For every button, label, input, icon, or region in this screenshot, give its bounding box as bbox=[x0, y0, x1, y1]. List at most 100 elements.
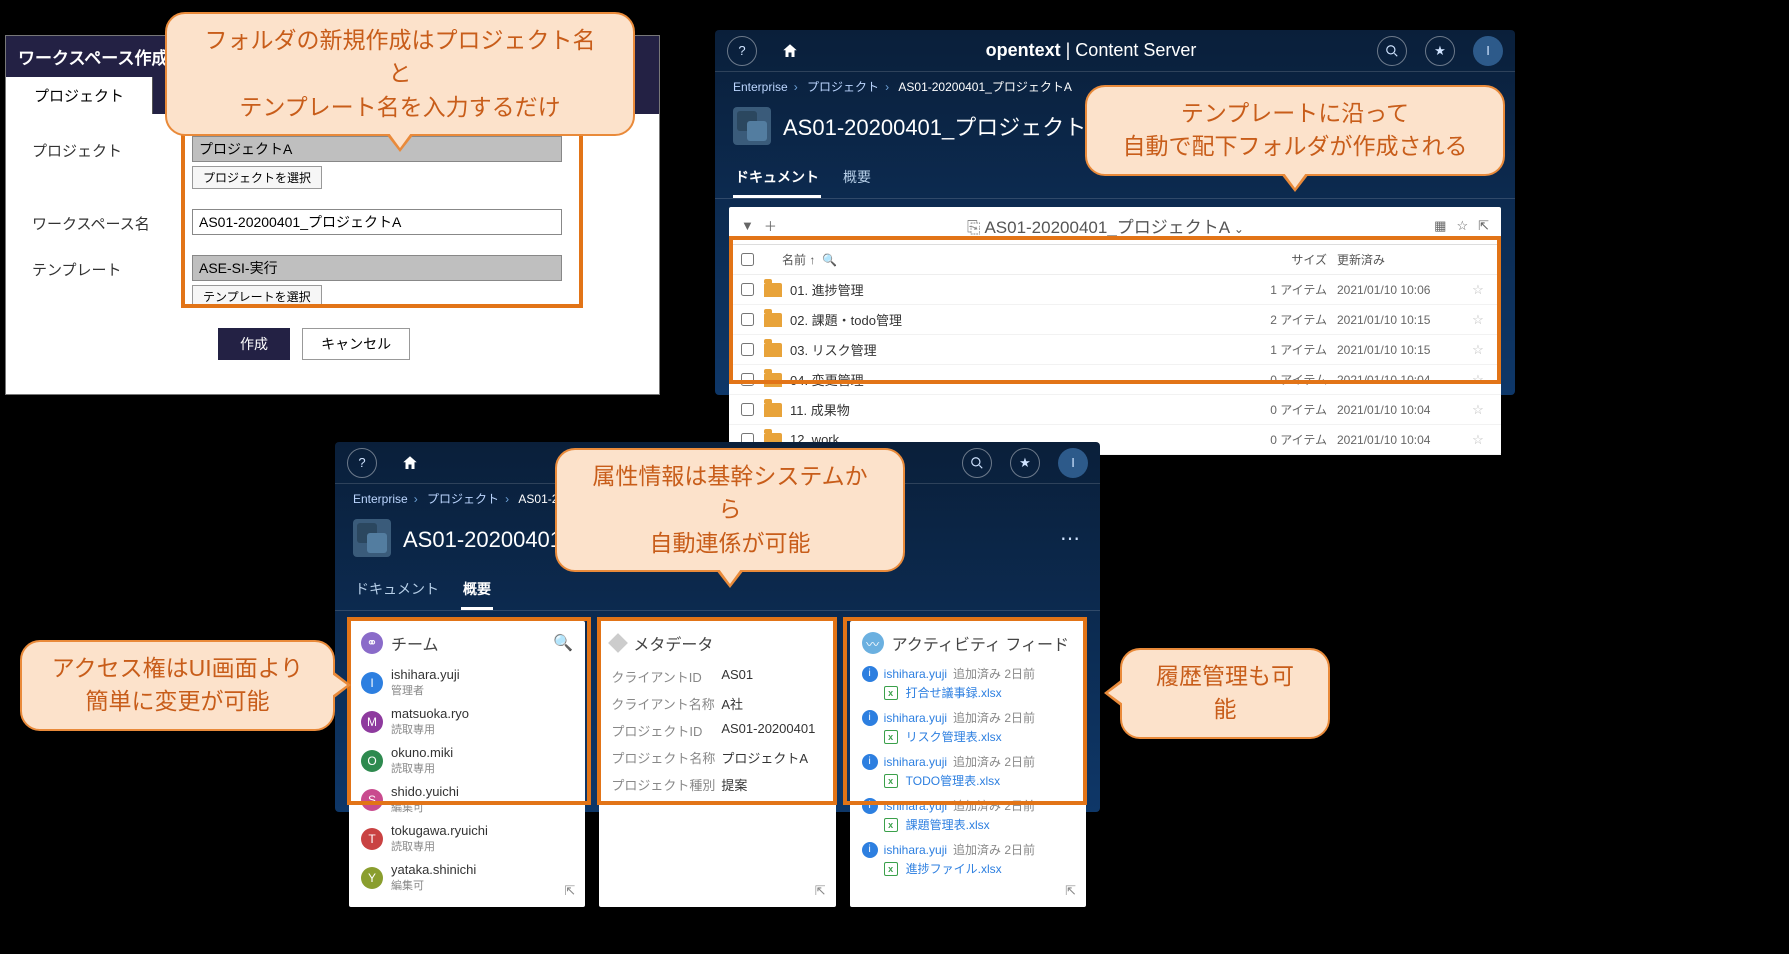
member-row[interactable]: Y yataka.shinichi 編集可 bbox=[361, 858, 573, 897]
activity-file[interactable]: リスク管理表.xlsx bbox=[906, 728, 1002, 745]
help-icon[interactable]: ? bbox=[347, 448, 377, 478]
activity-file[interactable]: 進捗ファイル.xlsx bbox=[906, 860, 1002, 877]
crumb-project[interactable]: プロジェクト bbox=[427, 492, 499, 506]
row-checkbox[interactable] bbox=[741, 343, 754, 356]
popout-icon[interactable]: ⇱ bbox=[1478, 218, 1489, 234]
cancel-button[interactable]: キャンセル bbox=[302, 328, 410, 360]
select-all-checkbox[interactable] bbox=[741, 253, 754, 266]
folder-icon bbox=[764, 343, 782, 357]
star-icon[interactable]: ☆ bbox=[1467, 432, 1489, 448]
folder-icon bbox=[764, 313, 782, 327]
create-button[interactable]: 作成 bbox=[218, 328, 290, 360]
tab-overview[interactable]: 概要 bbox=[461, 571, 493, 610]
star-view-icon[interactable]: ☆ bbox=[1456, 218, 1468, 234]
add-icon[interactable]: ＋ bbox=[764, 216, 777, 235]
col-name[interactable]: 名前 bbox=[782, 253, 806, 267]
user-dot-icon: i bbox=[862, 842, 878, 858]
star-icon[interactable]: ☆ bbox=[1467, 372, 1489, 388]
avatar: O bbox=[361, 750, 383, 772]
folder-size: 0 アイテム bbox=[1257, 401, 1327, 418]
member-name: okuno.miki bbox=[391, 745, 453, 760]
member-row[interactable]: M matsuoka.ryo 読取専用 bbox=[361, 702, 573, 741]
row-checkbox[interactable] bbox=[741, 313, 754, 326]
search-name-icon[interactable]: 🔍 bbox=[822, 253, 837, 267]
col-size[interactable]: サイズ bbox=[1257, 251, 1327, 268]
callout-text: 履歴管理も可能 bbox=[1156, 663, 1294, 722]
tab-project[interactable]: プロジェクト bbox=[6, 77, 152, 114]
folder-name[interactable]: 11. 成果物 bbox=[790, 400, 1257, 419]
star-icon[interactable]: ☆ bbox=[1467, 282, 1489, 298]
folder-size: 1 アイテム bbox=[1257, 281, 1327, 298]
table-row[interactable]: 02. 課題・todo管理 2 アイテム 2021/01/10 10:15 ☆ bbox=[729, 305, 1501, 335]
home-icon[interactable] bbox=[775, 36, 805, 66]
user-menu-icon[interactable]: I bbox=[1473, 36, 1503, 66]
crumb-current: AS01-20200401_プロジェクトA bbox=[898, 80, 1071, 94]
metadata-row: プロジェクトIDAS01-20200401 bbox=[611, 717, 823, 744]
table-row[interactable]: 01. 進捗管理 1 アイテム 2021/01/10 10:06 ☆ bbox=[729, 275, 1501, 305]
star-icon[interactable]: ☆ bbox=[1467, 312, 1489, 328]
activity-file[interactable]: TODO管理表.xlsx bbox=[906, 772, 1000, 789]
activity-user[interactable]: ishihara.yuji bbox=[884, 667, 947, 681]
folder-updated: 2021/01/10 10:04 bbox=[1337, 433, 1467, 447]
home-icon[interactable] bbox=[395, 448, 425, 478]
tab-documents[interactable]: ドキュメント bbox=[353, 571, 441, 610]
metadata-value: プロジェクトA bbox=[721, 748, 808, 767]
table-row[interactable]: 11. 成果物 0 アイテム 2021/01/10 10:04 ☆ bbox=[729, 395, 1501, 425]
activity-user[interactable]: ishihara.yuji bbox=[884, 755, 947, 769]
star-icon[interactable]: ☆ bbox=[1467, 342, 1489, 358]
activity-user[interactable]: ishihara.yuji bbox=[884, 711, 947, 725]
activity-file[interactable]: 課題管理表.xlsx bbox=[906, 816, 990, 833]
user-menu-icon[interactable]: I bbox=[1058, 448, 1088, 478]
member-row[interactable]: I ishihara.yuji 管理者 bbox=[361, 663, 573, 702]
more-icon[interactable]: ⋯ bbox=[1060, 526, 1082, 551]
excel-icon: x bbox=[884, 774, 898, 788]
folder-icon bbox=[764, 403, 782, 417]
activity-user[interactable]: ishihara.yuji bbox=[884, 843, 947, 857]
help-icon[interactable]: ? bbox=[727, 36, 757, 66]
folder-size: 1 アイテム bbox=[1257, 341, 1327, 358]
activity-meta: 追加済み 2日前 bbox=[953, 665, 1035, 682]
filter-icon[interactable]: ▼ bbox=[741, 218, 754, 233]
tab-documents[interactable]: ドキュメント bbox=[733, 159, 821, 198]
col-updated[interactable]: 更新済み bbox=[1337, 251, 1467, 268]
folder-updated: 2021/01/10 10:06 bbox=[1337, 283, 1467, 297]
star-icon[interactable]: ☆ bbox=[1467, 402, 1489, 418]
folder-updated: 2021/01/10 10:04 bbox=[1337, 403, 1467, 417]
folder-name[interactable]: 02. 課題・todo管理 bbox=[790, 310, 1257, 329]
crumb-enterprise[interactable]: Enterprise bbox=[733, 80, 788, 94]
row-checkbox[interactable] bbox=[741, 283, 754, 296]
crumb-project[interactable]: プロジェクト bbox=[807, 80, 879, 94]
member-row[interactable]: T tokugawa.ryuichi 読取専用 bbox=[361, 819, 573, 858]
folder-name[interactable]: 01. 進捗管理 bbox=[790, 280, 1257, 299]
tab-overview[interactable]: 概要 bbox=[841, 159, 873, 198]
activity-user[interactable]: ishihara.yuji bbox=[884, 799, 947, 813]
card-metadata: メタデータ クライアントIDAS01クライアント名称A社プロジェクトIDAS01… bbox=[599, 621, 835, 907]
row-checkbox[interactable] bbox=[741, 373, 754, 386]
search-icon[interactable]: 🔍 bbox=[553, 633, 573, 653]
doc-location[interactable]: ⎘ AS01-20200401_プロジェクトA ⌄ bbox=[787, 213, 1424, 238]
member-row[interactable]: S shido.yuichi 編集可 bbox=[361, 780, 573, 819]
metadata-icon bbox=[608, 633, 628, 653]
popout-icon[interactable]: ⇱ bbox=[564, 883, 575, 899]
activity-file[interactable]: 打合せ議事録.xlsx bbox=[906, 684, 1002, 701]
folder-name[interactable]: 04. 変更管理 bbox=[790, 370, 1257, 389]
crumb-enterprise[interactable]: Enterprise bbox=[353, 492, 408, 506]
search-icon[interactable] bbox=[962, 448, 992, 478]
callout-metadata: 属性情報は基幹システムから 自動連係が可能 bbox=[555, 448, 905, 572]
label-project: プロジェクト bbox=[32, 136, 192, 161]
search-icon[interactable] bbox=[1377, 36, 1407, 66]
table-row[interactable]: 03. リスク管理 1 アイテム 2021/01/10 10:15 ☆ bbox=[729, 335, 1501, 365]
row-checkbox[interactable] bbox=[741, 403, 754, 416]
favorite-icon[interactable]: ★ bbox=[1010, 448, 1040, 478]
doc-header-row: 名前 ↑ 🔍 サイズ 更新済み bbox=[729, 245, 1501, 275]
member-name: ishihara.yuji bbox=[391, 667, 460, 682]
favorite-icon[interactable]: ★ bbox=[1425, 36, 1455, 66]
popout-icon[interactable]: ⇱ bbox=[1065, 883, 1076, 899]
member-row[interactable]: O okuno.miki 読取専用 bbox=[361, 741, 573, 780]
tile-view-icon[interactable]: ▦ bbox=[1434, 218, 1446, 234]
folder-name[interactable]: 03. リスク管理 bbox=[790, 340, 1257, 359]
overview-cards: ⚭チーム🔍 I ishihara.yuji 管理者M matsuoka.ryo … bbox=[335, 611, 1100, 917]
callout-tail bbox=[333, 671, 351, 699]
popout-icon[interactable]: ⇱ bbox=[815, 883, 826, 899]
table-row[interactable]: 04. 変更管理 0 アイテム 2021/01/10 10:04 ☆ bbox=[729, 365, 1501, 395]
